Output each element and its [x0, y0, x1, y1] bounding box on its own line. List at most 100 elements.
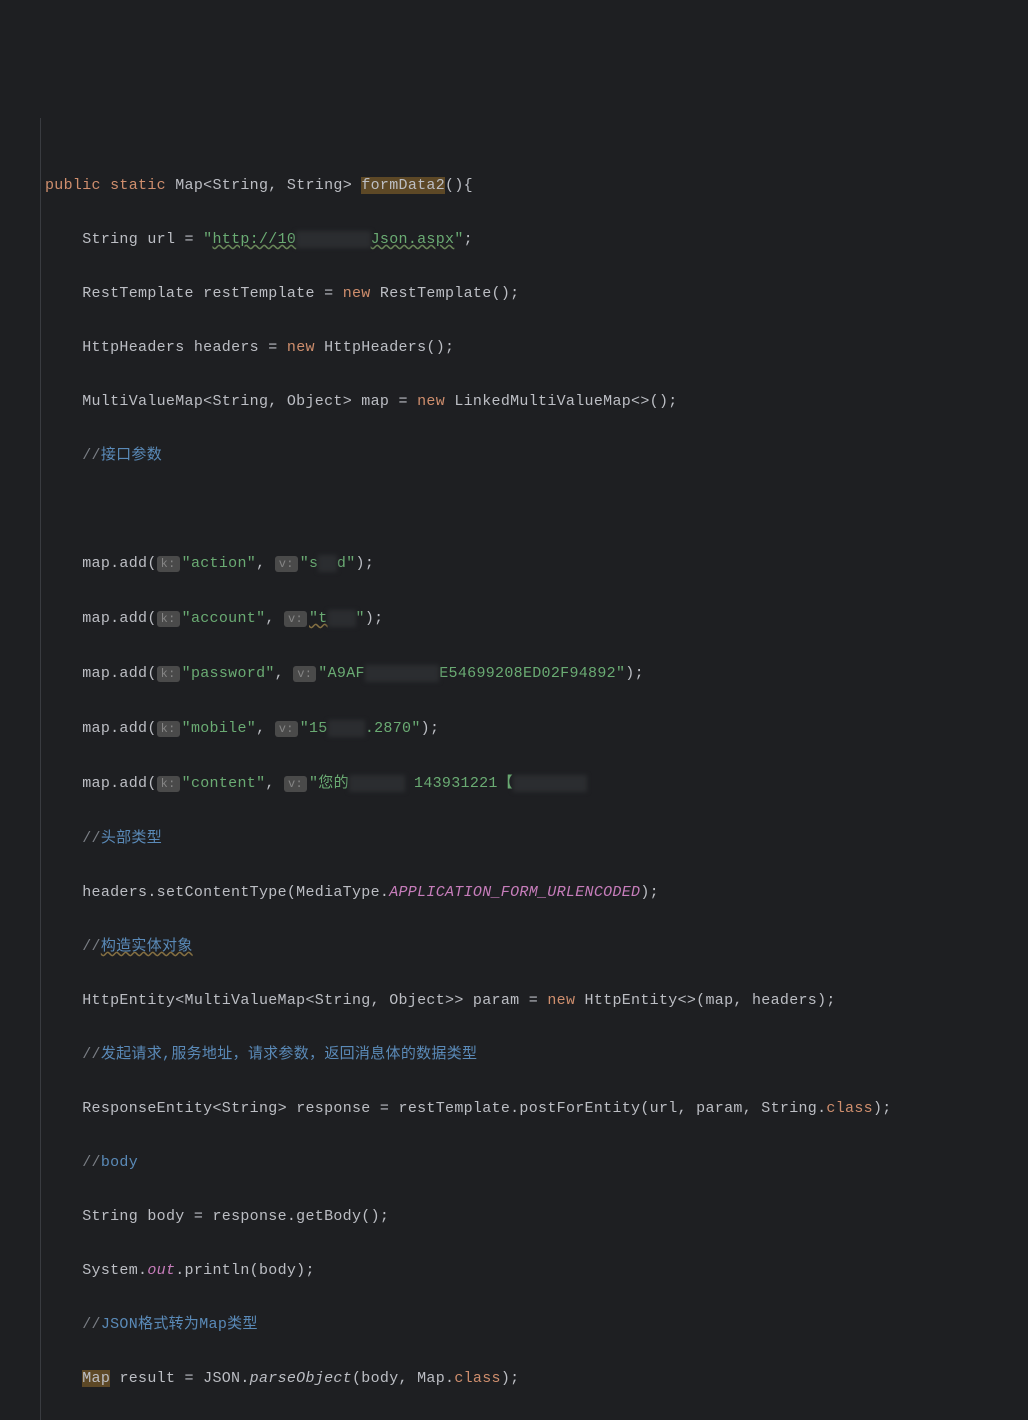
redacted-text: XXXX	[328, 720, 365, 737]
string-literal: "t	[309, 610, 328, 627]
keyword-static: static	[110, 177, 166, 194]
keyword-new: new	[343, 285, 371, 302]
code-line: //头部类型	[45, 825, 1028, 852]
param-hint-v: v:	[284, 611, 307, 627]
variable: result	[119, 1370, 175, 1387]
class-ref: System.	[82, 1262, 147, 1279]
variable: response	[296, 1100, 370, 1117]
method-name-highlighted: formData2	[361, 177, 445, 194]
static-method: parseObject	[250, 1370, 352, 1387]
type: Object	[287, 393, 343, 410]
comment-text: 头部类型	[101, 830, 162, 847]
comment-marker: //	[82, 830, 101, 847]
type: MultiValueMap	[82, 393, 203, 410]
code-line-empty	[45, 496, 1028, 523]
semicolon: ;	[650, 884, 659, 901]
url-string: http://10	[212, 231, 296, 248]
string-literal: "	[454, 231, 463, 248]
type: HttpEntity	[82, 992, 175, 1009]
variable: param	[473, 992, 520, 1009]
type: String	[82, 1208, 138, 1225]
code-line: RestTemplate restTemplate = new RestTemp…	[45, 280, 1028, 307]
string-literal: "password"	[182, 665, 275, 682]
code-line: String url = "http://10XXXXXXXXJson.aspx…	[45, 226, 1028, 253]
param-hint-v: v:	[275, 556, 298, 572]
code-line: public static Map<String, String> formDa…	[45, 172, 1028, 199]
redacted-text: XXXXXXXX	[513, 775, 587, 792]
variable: restTemplate	[203, 285, 315, 302]
string-literal: "您的	[309, 775, 349, 792]
keyword-new: new	[287, 339, 315, 356]
variable: map	[82, 665, 110, 682]
param-hint-v: v:	[284, 776, 307, 792]
variable: headers	[194, 339, 259, 356]
code-line: HttpEntity<MultiValueMap<String, Object>…	[45, 987, 1028, 1014]
redacted-text: XXXXXXXX	[296, 231, 370, 248]
method-call: .println(body)	[175, 1262, 305, 1279]
code-line: MultiValueMap<String, Object> map = new …	[45, 388, 1028, 415]
variable: map	[361, 393, 389, 410]
string-literal: "account"	[182, 610, 266, 627]
method-call: .add(	[110, 775, 157, 792]
semicolon: ;	[305, 1262, 314, 1279]
code-line: //body	[45, 1149, 1028, 1176]
code-line: HttpHeaders headers = new HttpHeaders();	[45, 334, 1028, 361]
type: String	[212, 393, 268, 410]
type-highlighted: Map	[82, 1370, 110, 1387]
code-line: map.add(k:"action", v:"sXXd");	[45, 550, 1028, 578]
param-hint-v: v:	[293, 666, 316, 682]
param-hint-k: k:	[157, 666, 180, 682]
string-literal: d"	[337, 555, 356, 572]
string-literal: "mobile"	[182, 720, 256, 737]
semicolon: ;	[464, 231, 473, 248]
variable: map	[82, 775, 110, 792]
code-line: ResponseEntity<String> response = restTe…	[45, 1095, 1028, 1122]
param-hint-k: k:	[157, 776, 180, 792]
param-hint-v: v:	[275, 721, 298, 737]
constructor: LinkedMultiValueMap<>()	[445, 393, 668, 410]
type: MultiValueMap	[185, 992, 306, 1009]
comment-marker: //	[82, 938, 101, 955]
method-call: .add(	[110, 555, 157, 572]
field-out: out	[147, 1262, 175, 1279]
code-line: map.add(k:"mobile", v:"15XXXX.2870");	[45, 715, 1028, 743]
code-line: //接口参数	[45, 442, 1028, 469]
semicolon: ;	[374, 610, 383, 627]
variable: body	[147, 1208, 184, 1225]
semicolon: ;	[668, 393, 677, 410]
type: String	[315, 992, 371, 1009]
string-literal: "A9AF	[318, 665, 365, 682]
semicolon: ;	[510, 1370, 519, 1387]
string-literal: "15	[300, 720, 328, 737]
variable: map	[82, 555, 110, 572]
semicolon: ;	[635, 665, 644, 682]
comment-text: 接口参数	[101, 447, 162, 464]
string-literal: "action"	[182, 555, 256, 572]
string-literal: E54699208ED02F94892"	[439, 665, 625, 682]
type: String	[287, 177, 343, 194]
keyword-class: class	[454, 1370, 501, 1387]
semicolon: ;	[445, 339, 454, 356]
keyword-new: new	[417, 393, 445, 410]
keyword-public: public	[45, 177, 101, 194]
type: String	[82, 231, 138, 248]
comment-text: 发起请求,服务地址，请求参数，返回消息体的数据类型	[101, 1046, 478, 1063]
code-line: map.add(k:"account", v:"tXXX");	[45, 605, 1028, 633]
string-literal: "s	[300, 555, 319, 572]
comment-marker: //	[82, 1154, 101, 1171]
string-literal: 143931221【	[405, 775, 513, 792]
code-line: map.add(k:"content", v:"您的XXXXXX 1439312…	[45, 770, 1028, 798]
code-editor-area[interactable]: public static Map<String, String> formDa…	[20, 118, 1028, 1420]
variable: map	[82, 720, 110, 737]
method-call: .setContentType(MediaType.	[147, 884, 389, 901]
string-literal: .2870"	[365, 720, 421, 737]
semicolon: ;	[826, 992, 835, 1009]
keyword-new: new	[547, 992, 575, 1009]
constructor: RestTemplate()	[371, 285, 511, 302]
semicolon: ;	[510, 285, 519, 302]
code-line: headers.setContentType(MediaType.APPLICA…	[45, 879, 1028, 906]
type: String	[222, 1100, 278, 1117]
comment-text: 构造实体对象	[101, 938, 193, 955]
code-line: System.out.println(body);	[45, 1257, 1028, 1284]
comment-marker: //	[82, 447, 101, 464]
